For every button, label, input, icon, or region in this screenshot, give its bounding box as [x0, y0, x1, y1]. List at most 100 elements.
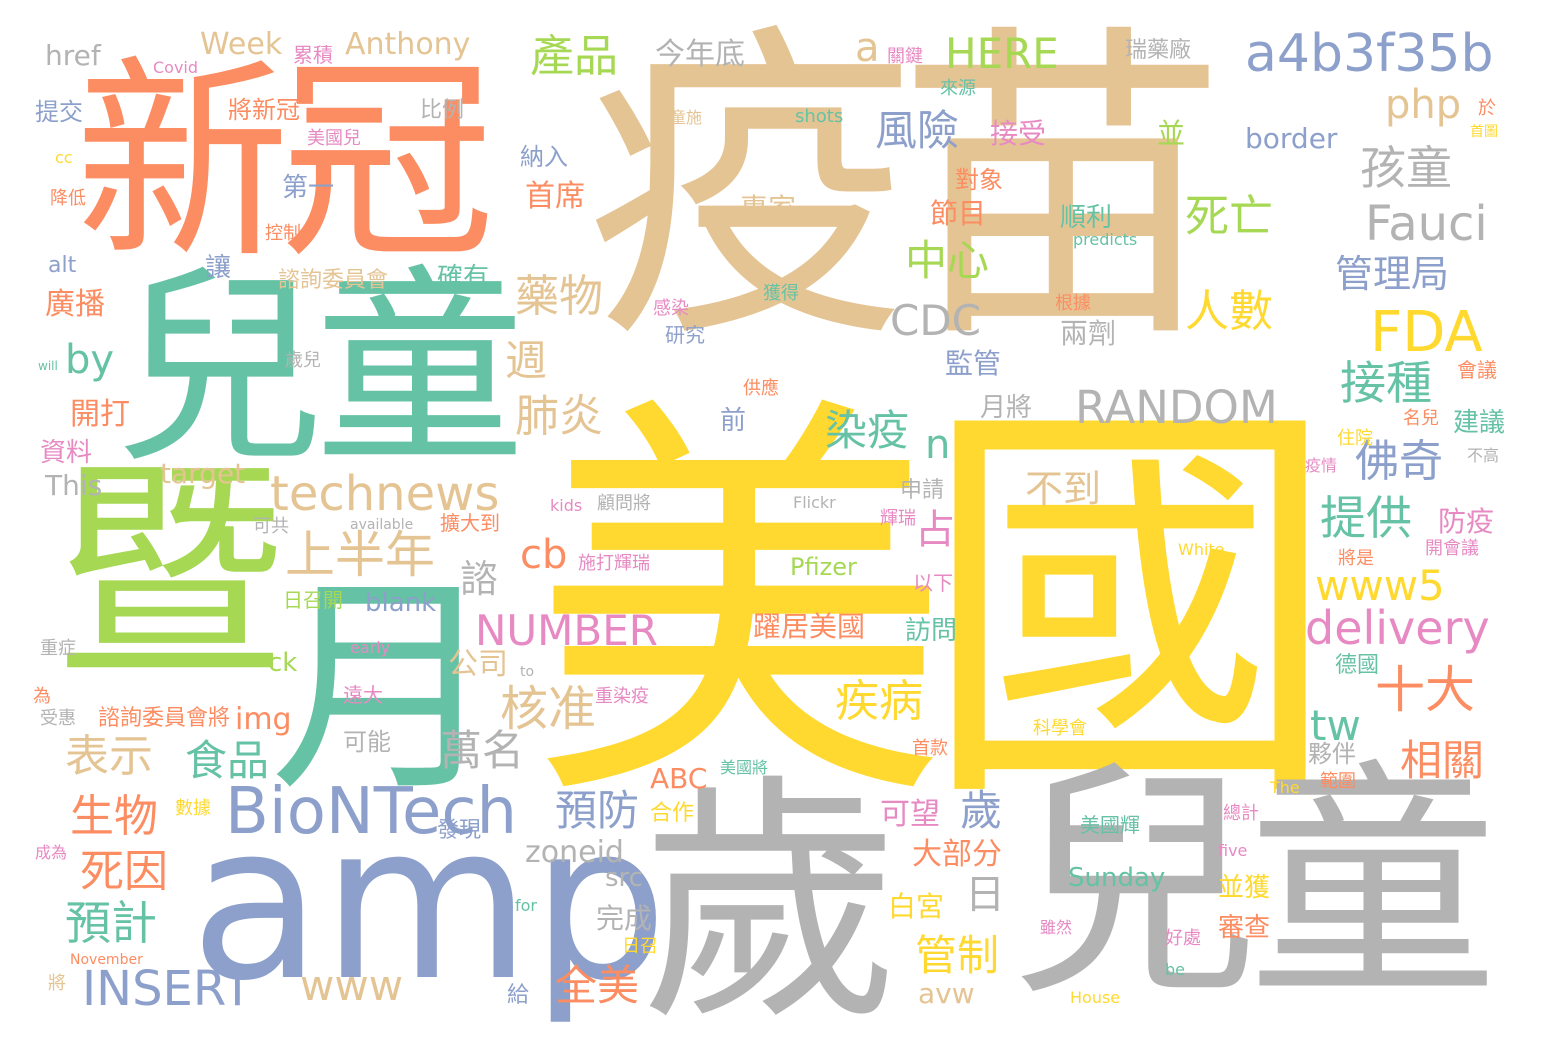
word: 美國輝	[1080, 813, 1140, 837]
word: a4b3f35b	[1245, 24, 1494, 84]
word: 日召開	[283, 588, 343, 612]
word: 監管	[945, 347, 1002, 380]
word: 遠大	[343, 683, 383, 707]
word: Flickr	[793, 493, 836, 512]
word: 供應	[743, 378, 779, 399]
word: 萬名	[440, 726, 525, 775]
word: 不高	[1467, 446, 1500, 465]
word: 擴大到	[440, 511, 500, 535]
word: Pfizer	[790, 553, 857, 581]
word: 諮詢委員會將	[98, 706, 231, 731]
word: 以下	[913, 571, 953, 595]
word: 風險	[875, 106, 960, 155]
word: 美國將	[720, 758, 769, 777]
word: 給	[507, 983, 530, 1008]
word: 染疫	[825, 406, 910, 455]
word: 德國	[1335, 653, 1380, 678]
word: 會議	[1457, 358, 1497, 382]
word: 產品	[530, 31, 618, 82]
word: 童施	[670, 108, 703, 127]
word: 對象	[955, 166, 1003, 194]
word: 首款	[912, 738, 948, 759]
word: 總計	[1223, 803, 1259, 824]
word: cb	[520, 532, 568, 578]
word: be	[1165, 960, 1185, 979]
word: 十大	[1375, 661, 1475, 719]
word: 為	[33, 686, 51, 707]
word: November	[70, 952, 143, 968]
word: 研究	[665, 323, 705, 347]
word: 完成	[596, 902, 653, 935]
word: 第一	[282, 173, 335, 203]
word: FDA	[1370, 300, 1483, 365]
word: 躍居美國	[753, 610, 866, 643]
word: 疫情	[1305, 456, 1338, 475]
word: 可望	[880, 797, 940, 832]
word: 諮	[460, 557, 499, 601]
word: 訪問	[905, 616, 958, 646]
word: 提交	[35, 98, 83, 126]
word: 感染	[653, 298, 689, 319]
word: by	[65, 337, 115, 383]
word: cc	[55, 148, 73, 167]
word: 表示	[65, 731, 153, 782]
word: 首圖	[1470, 124, 1498, 140]
word: href	[45, 39, 101, 72]
word: 公司	[448, 647, 508, 682]
word: a	[855, 25, 880, 71]
word: 控制	[265, 223, 301, 244]
word: 可共	[253, 516, 289, 537]
word: 數據	[175, 798, 211, 819]
word: 占	[915, 507, 955, 553]
word: 顧問將	[597, 493, 651, 514]
word: 納入	[520, 143, 568, 171]
word: INSERT	[82, 961, 253, 1017]
word: for	[515, 896, 537, 915]
word: shots	[795, 106, 844, 127]
word: src	[605, 863, 643, 893]
word: White	[1178, 540, 1225, 559]
word: 日	[965, 872, 1005, 918]
word: 科學會	[1033, 718, 1087, 739]
word: 並	[1157, 117, 1186, 150]
word: 將新冠	[228, 96, 300, 124]
word: target	[160, 457, 246, 490]
word: 名兒	[1403, 408, 1439, 429]
word: 肺炎	[515, 391, 603, 442]
word: 順利	[1060, 203, 1113, 233]
word: 於	[1478, 98, 1496, 119]
word: 重症	[40, 638, 76, 659]
word: 將	[48, 973, 66, 994]
word: ck	[268, 648, 298, 678]
word: 成為	[35, 843, 68, 862]
word: 開會議	[1425, 538, 1479, 559]
word: 生物	[70, 791, 158, 842]
word: blank	[365, 588, 437, 618]
word: 審查	[1218, 913, 1271, 943]
word: 白宮	[888, 890, 945, 923]
word: 疾病	[835, 676, 923, 727]
word: 資料	[40, 438, 93, 468]
word: The	[1270, 778, 1300, 797]
word: 節目	[930, 197, 987, 230]
word: 瑞藥廠	[1125, 38, 1192, 63]
word: 上半年	[285, 526, 435, 584]
word: 美國兒	[307, 128, 361, 149]
word: 預防	[555, 786, 640, 835]
word: 大部分	[912, 837, 1002, 872]
word: Covid	[153, 58, 199, 77]
word: 雖然	[1040, 918, 1073, 937]
word: border	[1245, 122, 1338, 155]
word: 預計	[65, 896, 157, 950]
word: 兩劑	[1060, 317, 1117, 350]
word: CDC	[890, 296, 981, 345]
word: 發現	[437, 818, 482, 843]
word: 確有	[437, 263, 490, 293]
word: 全美	[555, 961, 640, 1010]
word: 提供	[1320, 491, 1412, 545]
word: delivery	[1305, 601, 1490, 655]
word: 接受	[990, 117, 1047, 150]
word: kids	[550, 496, 583, 515]
word: Sunday	[1068, 863, 1166, 893]
word: 日召	[622, 936, 658, 957]
